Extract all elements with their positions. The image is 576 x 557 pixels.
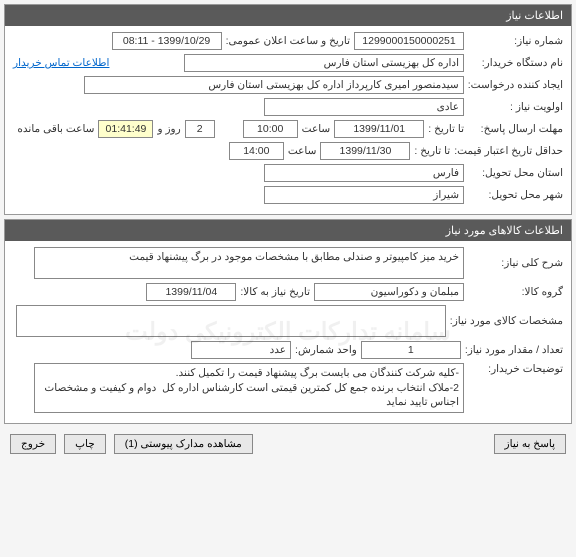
days-label: روز و <box>157 123 180 135</box>
time-label-2: ساعت <box>288 145 317 157</box>
credit-to-label: تا تاریخ : <box>414 145 450 157</box>
qty-label: تعداد / مقدار مورد نیاز: <box>465 344 563 356</box>
need-date-label: تاریخ نیاز به کالا: <box>240 286 310 298</box>
deadline-date-field: 1399/11/01 <box>334 120 424 138</box>
to-date-label: تا تاریخ : <box>428 123 464 135</box>
view-attachments-button[interactable]: مشاهده مدارک پیوستی (1) <box>114 434 253 454</box>
time-label-1: ساعت <box>302 123 331 135</box>
group-field: مبلمان و دکوراسیون <box>314 283 464 301</box>
remaining-time-field: 01:41:49 <box>98 120 153 138</box>
spec-label: مشخصات کالای مورد نیاز: <box>450 315 563 327</box>
buyer-contact-button[interactable]: اطلاعات تماس خریدار <box>13 57 109 69</box>
exit-button[interactable]: خروج <box>10 434 56 454</box>
days-field: 2 <box>185 120 215 138</box>
unit-field: عدد <box>191 341 291 359</box>
buyer-org-label: نام دستگاه خریدار: <box>468 57 563 69</box>
priority-field: عادی <box>264 98 464 116</box>
credit-time-field: 14:00 <box>229 142 284 160</box>
creator-label: ایجاد کننده درخواست: <box>468 79 563 91</box>
desc-label: شرح کلی نیاز: <box>468 257 563 269</box>
need-info-panel: اطلاعات نیاز شماره نیاز: 129900015000025… <box>4 4 572 215</box>
public-date-label: تاریخ و ساعت اعلان عمومی: <box>226 35 350 47</box>
unit-label: واحد شمارش: <box>295 344 357 356</box>
qty-field: 1 <box>361 341 461 359</box>
city-label: شهر محل تحویل: <box>468 189 563 201</box>
public-date-field: 1399/10/29 - 08:11 <box>112 32 222 50</box>
min-credit-label: حداقل تاریخ اعتبار قیمت: <box>454 145 563 157</box>
reply-button[interactable]: پاسخ به نیاز <box>494 434 566 454</box>
print-button[interactable]: چاپ <box>64 434 106 454</box>
deadline-time-field: 10:00 <box>243 120 298 138</box>
remaining-label: ساعت باقی مانده <box>17 123 94 135</box>
goods-info-panel: اطلاعات کالاهای مورد نیاز سامانه تدارکات… <box>4 219 572 424</box>
goods-info-header: اطلاعات کالاهای مورد نیاز <box>5 220 571 241</box>
buyer-notes-label: توضیحات خریدار: <box>468 363 563 375</box>
need-info-header: اطلاعات نیاز <box>5 5 571 26</box>
province-label: استان محل تحویل: <box>468 167 563 179</box>
buyer-org-field: اداره کل بهزیستی استان فارس <box>184 54 464 72</box>
buyer-notes-field: -کلیه شرکت کنندگان می بایست برگ پیشنهاد … <box>34 363 464 413</box>
creator-field: سیدمنصور امیری کارپرداز اداره کل بهزیستی… <box>84 76 464 94</box>
credit-date-field: 1399/11/30 <box>320 142 410 160</box>
need-no-field: 1299000150000251 <box>354 32 464 50</box>
deadline-label: مهلت ارسال پاسخ: <box>468 123 563 135</box>
need-date-field: 1399/11/04 <box>146 283 236 301</box>
province-field: فارس <box>264 164 464 182</box>
group-label: گروه کالا: <box>468 286 563 298</box>
priority-label: اولویت نیاز : <box>468 101 563 113</box>
need-no-label: شماره نیاز: <box>468 35 563 47</box>
city-field: شیراز <box>264 186 464 204</box>
spec-field <box>16 305 446 337</box>
desc-field: خرید میز کامپیوتر و صندلی مطابق با مشخصا… <box>34 247 464 279</box>
footer-bar: خروج چاپ مشاهده مدارک پیوستی (1) پاسخ به… <box>0 428 576 460</box>
